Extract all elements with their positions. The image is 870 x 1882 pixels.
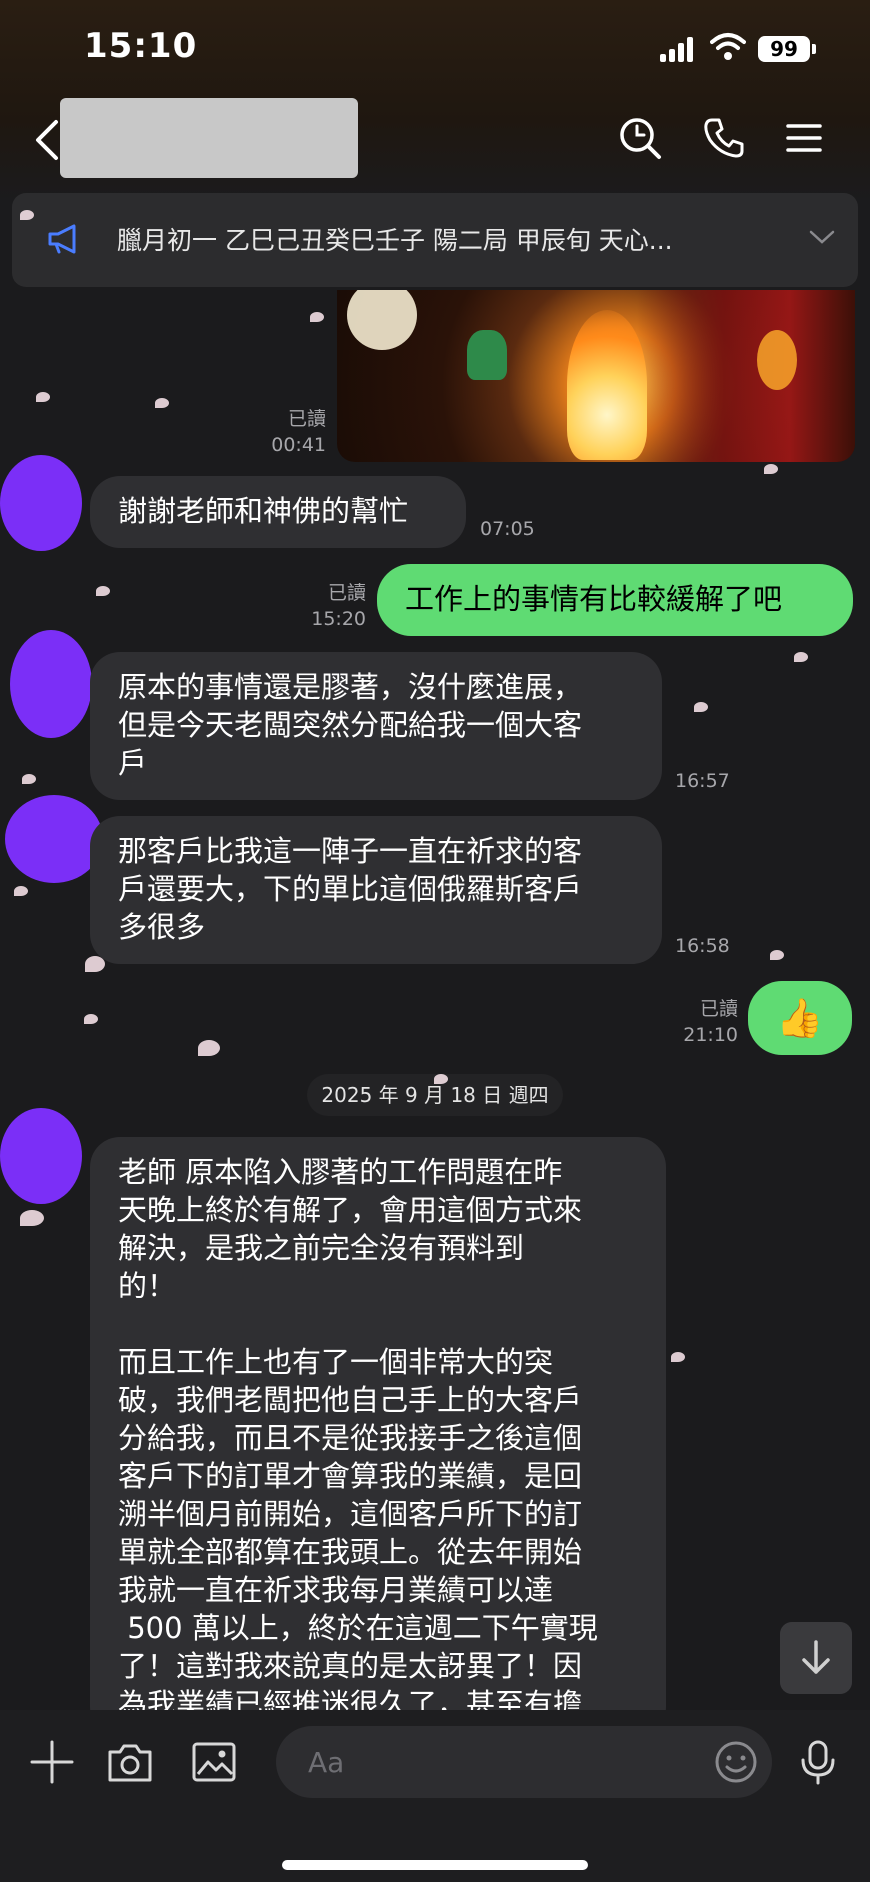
microphone-icon[interactable] bbox=[794, 1738, 842, 1786]
avatar[interactable] bbox=[10, 630, 92, 738]
camera-icon[interactable] bbox=[106, 1738, 154, 1786]
message-time: 16:57 bbox=[675, 770, 730, 792]
incoming-message-bubble[interactable]: 那客戶比我這一陣子一直在祈求的客 戶還要大，下的單比這個俄羅斯客戶 多很多 bbox=[90, 816, 662, 964]
chevron-down-icon[interactable] bbox=[808, 227, 836, 247]
megaphone-icon bbox=[48, 224, 76, 254]
phone-call-icon[interactable] bbox=[700, 114, 748, 162]
message-time: 07:05 bbox=[480, 518, 535, 540]
outgoing-read-status: 已讀 15:20 bbox=[311, 582, 366, 630]
sent-photo-message[interactable] bbox=[337, 290, 855, 462]
photo-read-status: 已讀 00:41 bbox=[271, 408, 326, 456]
incoming-message-bubble[interactable]: 謝謝老師和神佛的幫忙 bbox=[90, 476, 466, 548]
message-input[interactable] bbox=[276, 1726, 772, 1798]
outgoing-message-bubble[interactable]: 工作上的事情有比較緩解了吧 bbox=[377, 564, 853, 636]
avatar[interactable] bbox=[0, 455, 82, 551]
scroll-to-bottom-button[interactable] bbox=[780, 1622, 852, 1694]
thumbs-up-message[interactable]: 👍 bbox=[748, 981, 852, 1055]
battery-tip bbox=[812, 44, 816, 54]
incoming-message-bubble[interactable]: 老師 原本陷入膠著的工作問題在昨 天晚上終於有解了，會用這個方式來 解決，是我之… bbox=[90, 1137, 666, 1737]
status-bar: 15:10 99 bbox=[0, 0, 870, 96]
incoming-message-bubble[interactable]: 原本的事情還是膠著，沒什麼進展， 但是今天老闆突然分配給我一個大客 戶 bbox=[90, 652, 662, 800]
chat-header bbox=[0, 96, 870, 192]
wifi-icon bbox=[710, 33, 746, 60]
message-input-bar bbox=[0, 1710, 870, 1882]
plus-icon[interactable] bbox=[28, 1738, 76, 1786]
outgoing-read-status: 已讀 21:10 bbox=[683, 998, 738, 1046]
status-time: 15:10 bbox=[84, 26, 198, 66]
message-time: 16:58 bbox=[675, 935, 730, 957]
battery-indicator: 99 bbox=[758, 36, 810, 62]
gallery-icon[interactable] bbox=[190, 1738, 238, 1786]
cellular-signal-icon bbox=[660, 36, 694, 62]
announcement-text: 臘月初一 乙巳己丑癸巳壬子 陽二局 甲辰旬 天心... bbox=[117, 226, 673, 255]
announcement-banner[interactable]: 臘月初一 乙巳己丑癸巳壬子 陽二局 甲辰旬 天心... bbox=[12, 193, 858, 287]
avatar[interactable] bbox=[0, 1108, 82, 1204]
search-icon[interactable] bbox=[616, 114, 664, 162]
emoji-icon[interactable] bbox=[712, 1738, 760, 1786]
home-indicator bbox=[282, 1860, 588, 1870]
chat-title-redacted[interactable] bbox=[60, 98, 358, 178]
thumbs-up-icon: 👍 bbox=[776, 996, 824, 1040]
menu-icon[interactable] bbox=[780, 114, 828, 162]
avatar[interactable] bbox=[5, 795, 103, 883]
